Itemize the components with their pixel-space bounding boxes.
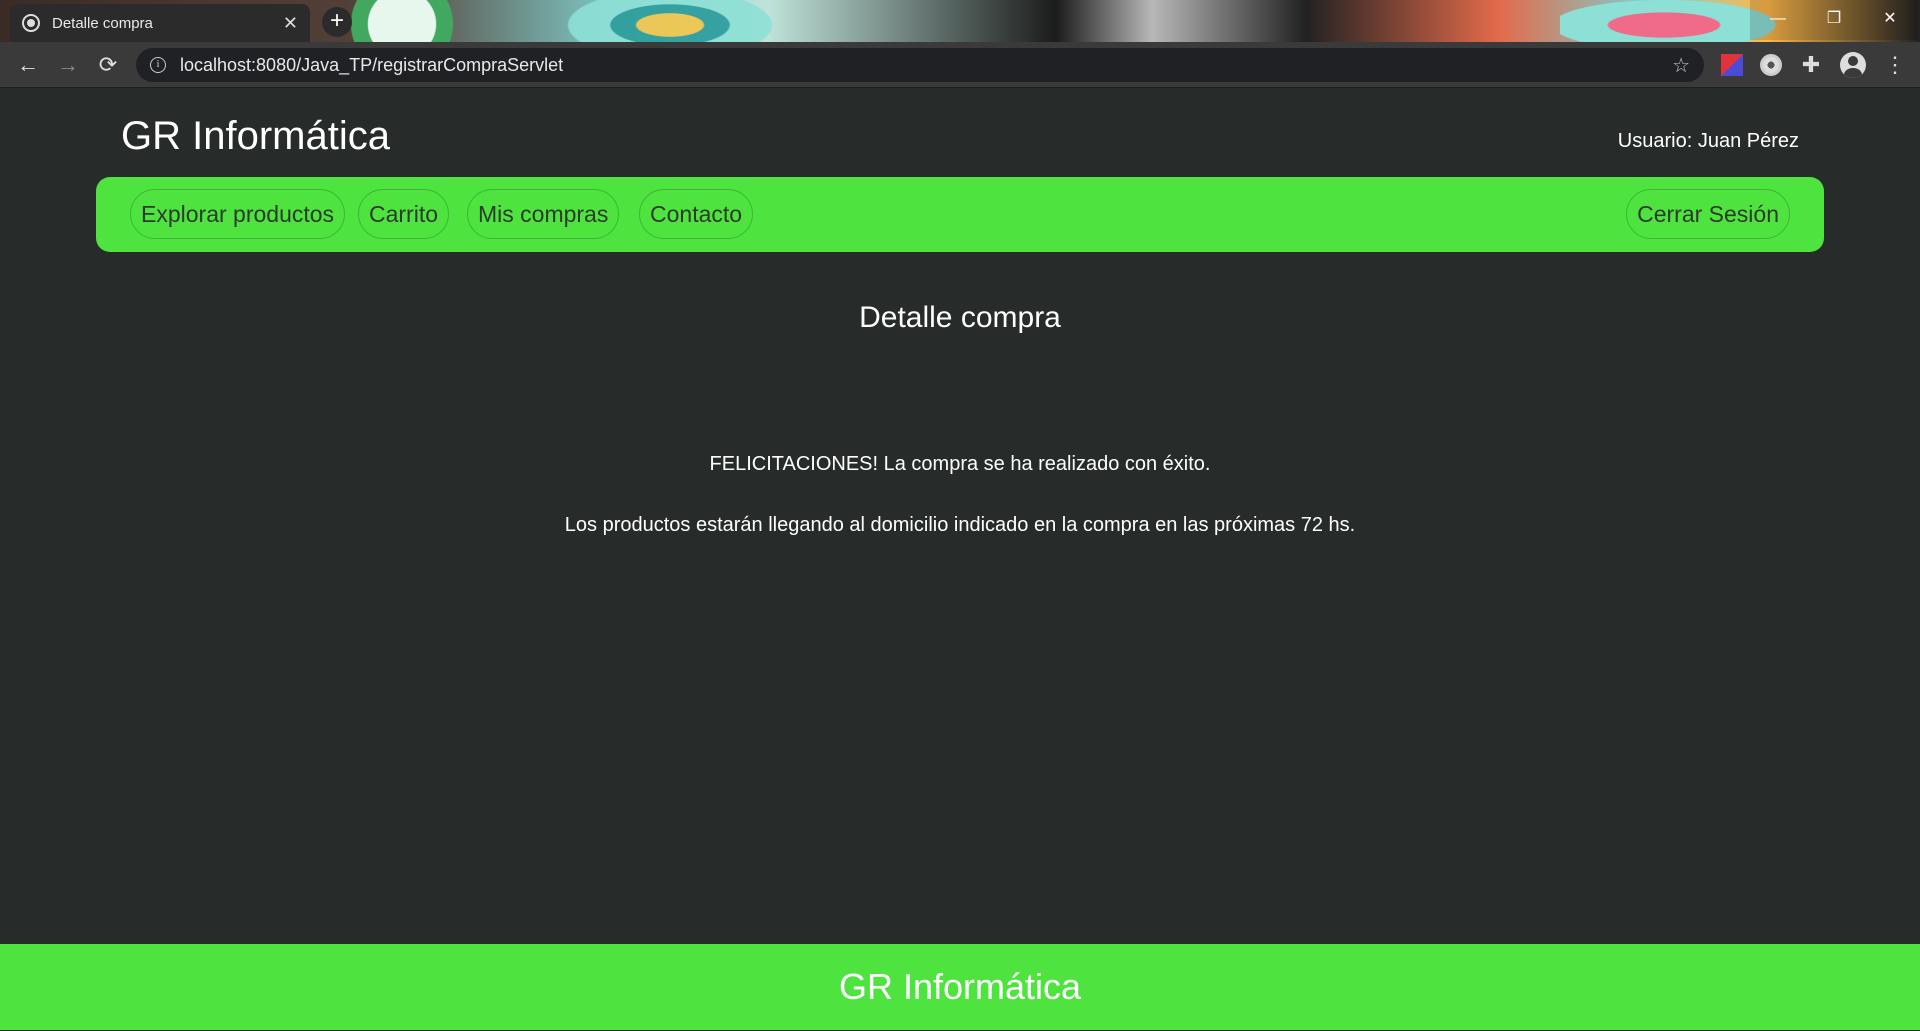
footer-brand: GR Informática [0,944,1920,1030]
tab-title: Detalle compra [52,14,153,32]
url-text[interactable]: localhost:8080/Java_TP/registrarCompraSe… [180,55,1672,76]
minimize-button[interactable]: — [1750,0,1806,40]
new-tab-button[interactable]: + [322,7,352,37]
reload-button[interactable]: ⟳ [94,51,122,79]
theme-art [540,0,800,42]
nav-explorar-productos[interactable]: Explorar productos [130,189,346,239]
bookmark-star-icon[interactable]: ☆ [1672,53,1690,78]
nav-mis-compras[interactable]: Mis compras [467,189,620,239]
restore-button[interactable]: ❐ [1806,0,1862,40]
nav-contacto[interactable]: Contacto [639,189,754,239]
page-title: Detalle compra [859,301,1061,334]
red-blue-extension-icon[interactable] [1721,54,1743,76]
globe-icon [22,14,40,32]
user-label: Usuario: Juan Pérez [1617,130,1799,152]
address-bar[interactable]: i localhost:8080/Java_TP/registrarCompra… [136,48,1704,82]
close-tab-icon[interactable]: ✕ [283,13,298,34]
site-brand[interactable]: GR Informática [121,114,390,159]
back-button[interactable]: ← [14,51,42,79]
close-window-button[interactable]: ✕ [1862,0,1918,40]
delivery-message: Los productos estarán llegando al domici… [564,514,1356,536]
browser-tab[interactable]: Detalle compra ✕ [10,4,310,42]
forward-button[interactable]: → [54,51,82,79]
nav-carrito[interactable]: Carrito [358,189,450,239]
browser-titlebar: Detalle compra ✕ + — ❐ ✕ [0,0,1920,42]
record-extension-icon[interactable] [1760,54,1782,76]
success-message: FELICITACIONES! La compra se ha realizad… [709,453,1211,475]
site-info-icon[interactable]: i [150,57,166,73]
profile-avatar-icon[interactable] [1840,52,1866,78]
page: GR Informática Usuario: Juan Pérez Explo… [0,88,1920,1031]
more-menu-icon[interactable]: ⋮ [1884,54,1906,76]
main-nav: Explorar productos Carrito Mis compras C… [96,177,1824,252]
theme-art [330,0,510,42]
browser-toolbar: ← → ⟳ i localhost:8080/Java_TP/registrar… [0,42,1920,88]
logout-button[interactable]: Cerrar Sesión [1626,189,1790,239]
puzzle-extensions-icon[interactable]: ✚ [1800,54,1822,76]
